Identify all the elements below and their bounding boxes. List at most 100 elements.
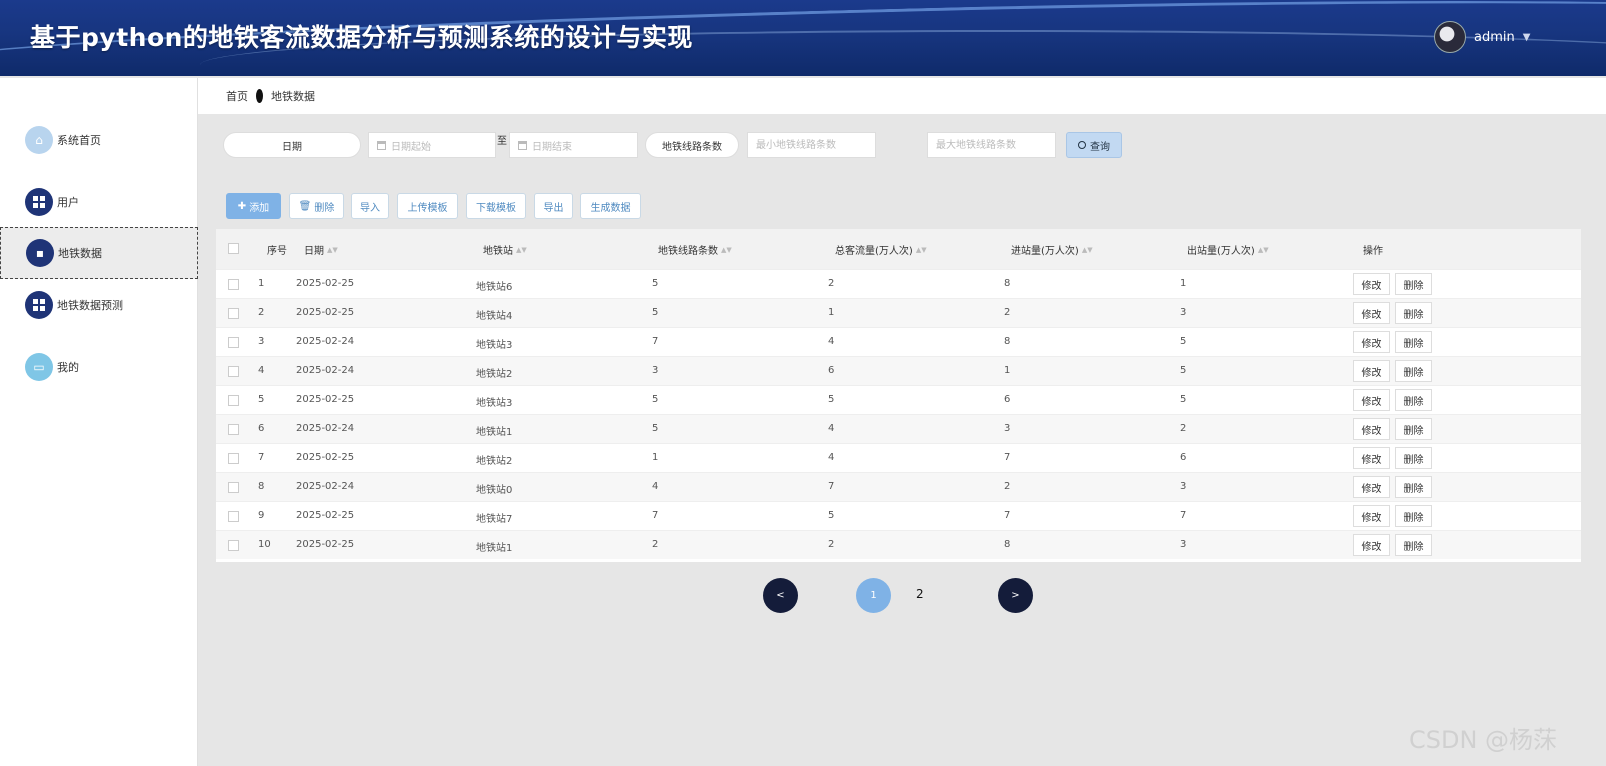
sort-icon[interactable]: ▲▼ xyxy=(516,246,527,253)
sidebar-item-users[interactable]: 用户 xyxy=(0,176,198,228)
sidebar-item-label: 地铁数据 xyxy=(58,247,102,260)
cell-station: 地铁站3 xyxy=(476,340,513,351)
page-2-button[interactable]: 2 xyxy=(916,587,924,601)
cell-out: 7 xyxy=(1180,510,1187,521)
col-station[interactable]: 地铁站 ▲▼ xyxy=(483,242,527,257)
col-lines-label: 地铁线路条数 xyxy=(658,246,718,257)
row-checkbox[interactable] xyxy=(228,482,239,493)
edit-button[interactable]: 修改 xyxy=(1353,447,1390,469)
col-total-label: 总客流量(万人次) xyxy=(835,246,913,257)
cell-out: 3 xyxy=(1180,539,1187,550)
next-page-button[interactable]: > xyxy=(998,578,1033,613)
page-1-button[interactable]: 1 xyxy=(856,578,891,613)
upload-template-button[interactable]: 上传模板 xyxy=(397,193,458,219)
prev-page-button[interactable]: < xyxy=(763,578,798,613)
date-end-input[interactable]: 日期结束 xyxy=(509,132,638,158)
sidebar-item-label: 用户 xyxy=(57,196,79,209)
clipboard-icon: ▪ xyxy=(26,239,54,267)
breadcrumb-home[interactable]: 首页 xyxy=(226,88,248,104)
sidebar-item-label: 地铁数据预测 xyxy=(57,299,123,312)
row-checkbox[interactable] xyxy=(228,366,239,377)
sort-icon[interactable]: ▲▼ xyxy=(916,246,927,253)
cell-out: 3 xyxy=(1180,307,1187,318)
row-checkbox[interactable] xyxy=(228,279,239,290)
col-total[interactable]: 总客流量(万人次) ▲▼ xyxy=(835,242,927,257)
sidebar-item-mine[interactable]: ▭ 我的 xyxy=(0,341,198,393)
edit-button[interactable]: 修改 xyxy=(1353,360,1390,382)
delete-button[interactable]: 删除 xyxy=(1395,302,1432,324)
row-checkbox[interactable] xyxy=(228,540,239,551)
row-checkbox[interactable] xyxy=(228,337,239,348)
cell-station: 地铁站7 xyxy=(476,514,513,525)
bulk-delete-label: 删除 xyxy=(314,202,335,214)
edit-button[interactable]: 修改 xyxy=(1353,505,1390,527)
delete-button[interactable]: 删除 xyxy=(1395,505,1432,527)
add-button[interactable]: ✚ 添加 xyxy=(226,193,281,219)
max-lines-input[interactable] xyxy=(927,132,1056,158)
sidebar-item-subway-data[interactable]: ▪ 地铁数据 xyxy=(0,227,198,279)
date-range-separator: 至 xyxy=(497,136,507,147)
date-start-input[interactable]: 日期起始 xyxy=(368,132,496,158)
username[interactable]: admin xyxy=(1474,30,1515,45)
row-checkbox[interactable] xyxy=(228,511,239,522)
delete-button[interactable]: 删除 xyxy=(1395,534,1432,556)
cell-station: 地铁站2 xyxy=(476,456,513,467)
cell-index: 6 xyxy=(258,423,265,434)
cell-total: 4 xyxy=(828,336,835,347)
export-button[interactable]: 导出 xyxy=(534,193,573,219)
delete-button[interactable]: 删除 xyxy=(1395,389,1432,411)
edit-button[interactable]: 修改 xyxy=(1353,331,1390,353)
sidebar-item-subway-forecast[interactable]: 地铁数据预测 xyxy=(0,279,198,331)
table-header: 序号 日期 ▲▼ 地铁站 ▲▼ 地铁线路条数 ▲▼ 总客流量(万人次) ▲▼ 进站量(万… xyxy=(216,229,1581,269)
cell-in: 8 xyxy=(1004,278,1011,289)
bulk-delete-button[interactable]: 🗑 删除 xyxy=(289,193,344,219)
col-in[interactable]: 进站量(万人次) ▲▼ xyxy=(1011,242,1093,257)
delete-button[interactable]: 删除 xyxy=(1395,360,1432,382)
cell-index: 3 xyxy=(258,336,265,347)
cell-total: 4 xyxy=(828,452,835,463)
row-checkbox[interactable] xyxy=(228,453,239,464)
sidebar-item-home[interactable]: ⌂ 系统首页 xyxy=(0,114,198,166)
edit-button[interactable]: 修改 xyxy=(1353,418,1390,440)
col-date[interactable]: 日期 ▲▼ xyxy=(304,242,338,257)
row-checkbox[interactable] xyxy=(228,424,239,435)
user-menu[interactable]: admin ▼ xyxy=(1434,20,1530,54)
download-template-button[interactable]: 下载模板 xyxy=(466,193,526,219)
table-row: 5 2025-02-25 地铁站3 5 5 6 5 修改 删除 xyxy=(216,385,1581,414)
cell-total: 2 xyxy=(828,539,835,550)
search-button[interactable]: 查询 xyxy=(1066,132,1122,158)
edit-button[interactable]: 修改 xyxy=(1353,534,1390,556)
cell-total: 2 xyxy=(828,278,835,289)
cell-date: 2025-02-25 xyxy=(296,307,355,318)
table-row: 8 2025-02-24 地铁站0 4 7 2 3 修改 删除 xyxy=(216,472,1581,501)
sort-icon[interactable]: ▲▼ xyxy=(721,246,732,253)
edit-button[interactable]: 修改 xyxy=(1353,389,1390,411)
generate-data-button[interactable]: 生成数据 xyxy=(580,193,641,219)
delete-button[interactable]: 删除 xyxy=(1395,418,1432,440)
delete-button[interactable]: 删除 xyxy=(1395,331,1432,353)
col-lines[interactable]: 地铁线路条数 ▲▼ xyxy=(658,242,732,257)
delete-button[interactable]: 删除 xyxy=(1395,447,1432,469)
table-row: 1 2025-02-25 地铁站6 5 2 8 1 修改 删除 xyxy=(216,269,1581,298)
avatar[interactable] xyxy=(1434,21,1466,53)
cell-lines: 5 xyxy=(652,307,659,318)
row-checkbox[interactable] xyxy=(228,308,239,319)
edit-button[interactable]: 修改 xyxy=(1353,476,1390,498)
col-out[interactable]: 出站量(万人次) ▲▼ xyxy=(1187,242,1269,257)
sort-icon[interactable]: ▲▼ xyxy=(1082,246,1093,253)
cell-in: 1 xyxy=(1004,365,1011,376)
sort-icon[interactable]: ▲▼ xyxy=(327,246,338,253)
edit-button[interactable]: 修改 xyxy=(1353,273,1390,295)
delete-button[interactable]: 删除 xyxy=(1395,476,1432,498)
row-checkbox[interactable] xyxy=(228,395,239,406)
chevron-down-icon[interactable]: ▼ xyxy=(1523,32,1531,43)
breadcrumb-separator-icon xyxy=(256,89,263,103)
table-row: 7 2025-02-25 地铁站2 1 4 7 6 修改 删除 xyxy=(216,443,1581,472)
sort-icon[interactable]: ▲▼ xyxy=(1258,246,1269,253)
import-button[interactable]: 导入 xyxy=(351,193,389,219)
edit-button[interactable]: 修改 xyxy=(1353,302,1390,324)
min-lines-input[interactable] xyxy=(747,132,876,158)
delete-button[interactable]: 删除 xyxy=(1395,273,1432,295)
cell-in: 6 xyxy=(1004,394,1011,405)
select-all-checkbox[interactable] xyxy=(228,243,239,254)
